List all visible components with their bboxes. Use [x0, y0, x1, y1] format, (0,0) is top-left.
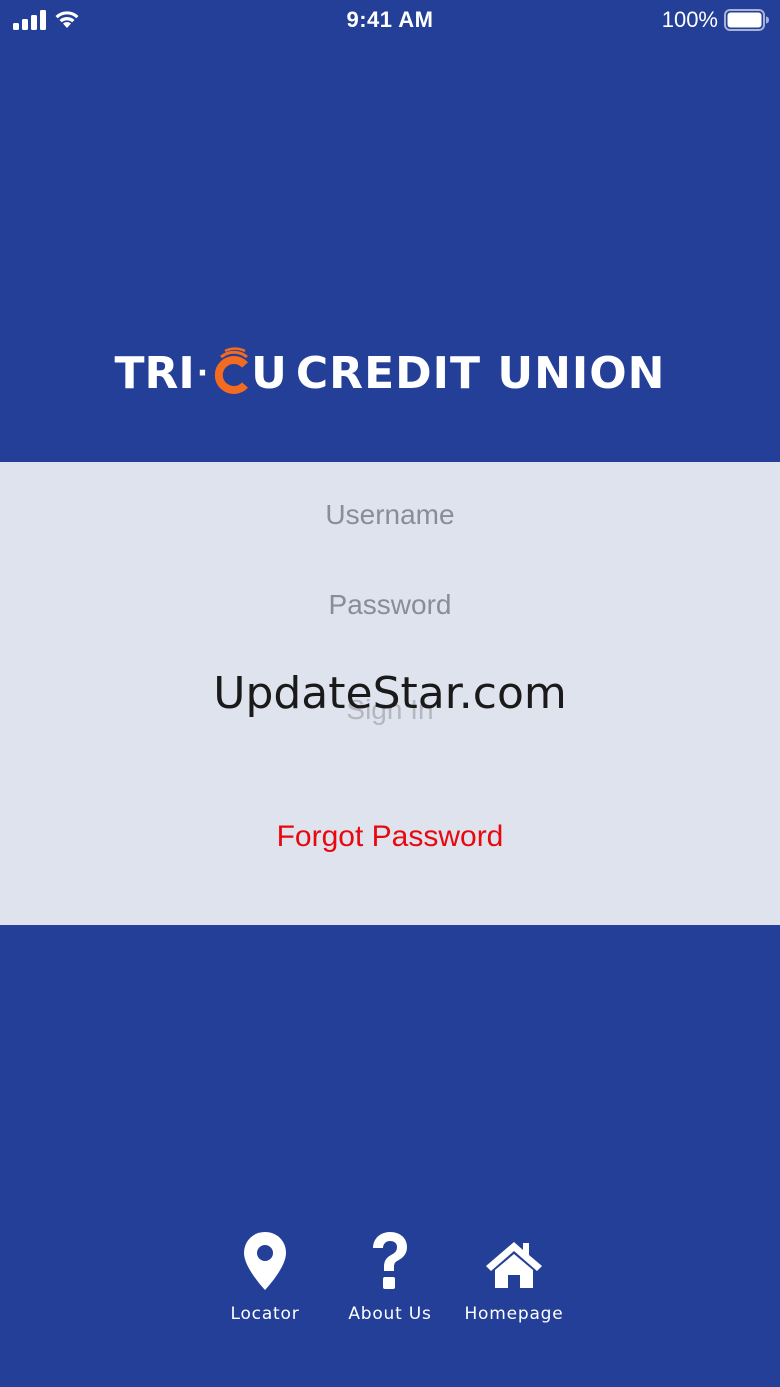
battery-icon [724, 9, 769, 31]
logo-c-icon [215, 347, 249, 394]
watermark-text: UpdateStar.com [213, 668, 567, 719]
logo-tri-text: TRI [114, 347, 195, 399]
username-input[interactable] [140, 489, 640, 541]
password-input[interactable] [140, 579, 640, 631]
nav-about-us-label: About Us [348, 1304, 432, 1324]
map-pin-icon [244, 1232, 286, 1290]
tricu-logo: TRI · U CREDIT UNION [0, 338, 780, 408]
logo-credit-union-text: CREDIT UNION [295, 347, 666, 399]
home-icon [486, 1242, 542, 1288]
status-bar: 9:41 AM 100% [0, 0, 780, 40]
logo-u-text: U [251, 347, 288, 399]
battery-percentage: 100% [661, 7, 718, 32]
nav-locator-label: Locator [230, 1304, 300, 1324]
logo-c-mark [211, 347, 251, 399]
nav-locator[interactable]: Locator [205, 1230, 325, 1324]
forgot-password-button[interactable]: Forgot Password [190, 814, 590, 860]
bottom-nav: Locator About Us Homepage [0, 1230, 780, 1340]
nav-homepage[interactable]: Homepage [454, 1230, 574, 1324]
login-panel: Sign In UpdateStar.com Forgot Password [0, 462, 780, 925]
logo-dot: · [196, 355, 210, 391]
nav-homepage-label: Homepage [464, 1304, 564, 1324]
nav-about-us[interactable]: About Us [330, 1230, 450, 1324]
question-mark-icon [373, 1232, 407, 1289]
